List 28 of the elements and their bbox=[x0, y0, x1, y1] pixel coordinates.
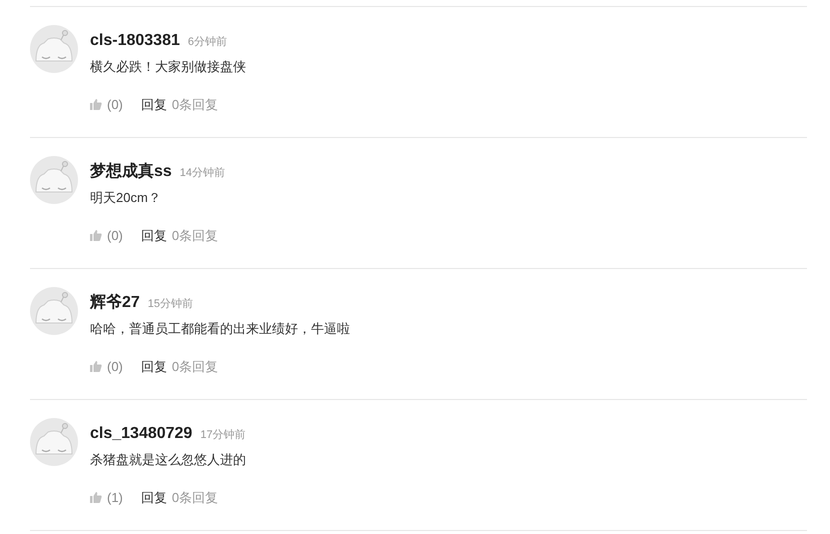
thumbs-up-icon bbox=[90, 491, 102, 504]
avatar-icon bbox=[30, 156, 78, 204]
comment-time: 14分钟前 bbox=[180, 166, 226, 181]
like-button[interactable]: (0) bbox=[90, 356, 123, 376]
reply-button[interactable]: 回复 bbox=[140, 226, 167, 245]
comment-text: 杀猪盘就是这么忽悠人进的 bbox=[90, 451, 246, 469]
like-button[interactable]: (0) bbox=[90, 226, 123, 245]
comment-time: 17分钟前 bbox=[200, 428, 246, 443]
like-button[interactable]: (0) bbox=[90, 94, 123, 114]
comment-text: 明天20cm？ bbox=[90, 189, 162, 207]
username[interactable]: cls_13480729 bbox=[90, 422, 192, 446]
comment-text: 哈哈，普通员工都能看的出来业绩好，牛逼啦 bbox=[90, 320, 350, 338]
reply-button[interactable]: 回复 bbox=[140, 94, 167, 114]
username[interactable]: 辉爷27 bbox=[90, 291, 140, 315]
reply-button[interactable]: 回复 bbox=[140, 356, 167, 376]
avatar-icon bbox=[30, 287, 78, 335]
avatar-icon bbox=[30, 25, 78, 73]
reply-button[interactable]: 回复 bbox=[140, 488, 167, 507]
like-button[interactable]: (1) bbox=[90, 488, 123, 507]
thumbs-up-icon bbox=[90, 98, 102, 110]
comment-time: 6分钟前 bbox=[188, 35, 227, 50]
avatar-icon bbox=[30, 418, 78, 466]
comment-time: 15分钟前 bbox=[148, 297, 194, 312]
username[interactable]: 梦想成真ss bbox=[90, 160, 172, 184]
comment-text: 横久必跌！大家别做接盘侠 bbox=[90, 58, 246, 76]
thumbs-up-icon bbox=[90, 360, 102, 372]
thumbs-up-icon bbox=[90, 229, 102, 242]
username[interactable]: cls-1803381 bbox=[90, 29, 180, 53]
